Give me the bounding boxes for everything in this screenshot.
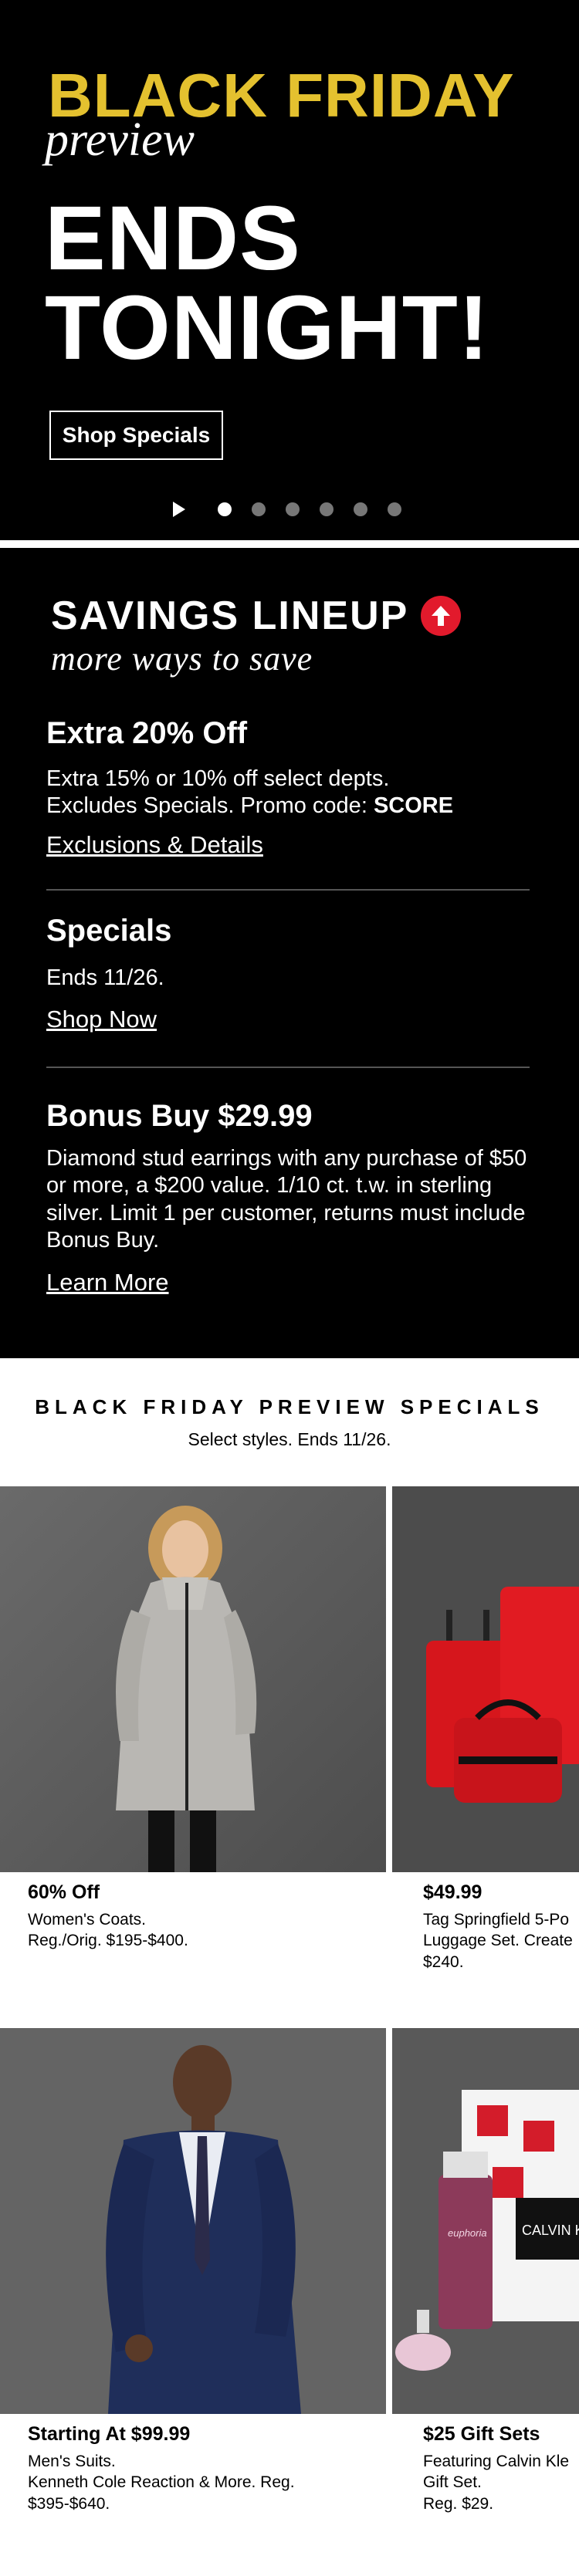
product-desc-line2: Luggage Set. Create	[423, 1932, 573, 1950]
savings-title: SAVINGS LINEUP	[51, 593, 462, 638]
savings-subtitle: more ways to save	[51, 640, 313, 678]
carousel-dot-5[interactable]	[354, 502, 367, 516]
product-desc-line3: $240.	[423, 1952, 464, 1971]
offer-text: Extra 15% or 10% off select depts.	[46, 766, 390, 791]
product-desc-line3: $395-$640.	[28, 2494, 110, 2513]
product-desc-line1: Tag Springfield 5-Po	[423, 1911, 570, 1929]
brand-label-text: CALVIN K	[522, 2223, 579, 2238]
divider	[46, 1067, 530, 1068]
offer-bonus-buy: Bonus Buy $29.99 Diamond stud earrings w…	[46, 1099, 540, 1296]
product-desc-line3: Reg. $29.	[423, 2494, 494, 2513]
carousel-dot-6[interactable]	[388, 502, 401, 516]
savings-lineup-section: SAVINGS LINEUP more ways to save Extra 2…	[0, 548, 579, 1358]
carousel-controls	[173, 500, 401, 519]
product-description: Men's Suits. Kenneth Cole Reaction & Mor…	[28, 2451, 367, 2514]
offer-promo-prefix: Excludes Specials. Promo code:	[46, 793, 374, 819]
product-desc-line1: Women's Coats.	[28, 1911, 147, 1929]
product-desc-line2: Gift Set.	[423, 2473, 482, 2492]
product-card-mens-suits[interactable]: Starting At $99.99 Men's Suits. Kenneth …	[0, 2028, 386, 2530]
product-desc-line2: Reg./Orig. $195-$400.	[28, 1932, 188, 1950]
product-description: Women's Coats. Reg./Orig. $195-$400.	[28, 1909, 367, 1952]
offer-specials: Specials Ends 11/26. Shop Now	[46, 914, 540, 1033]
specials-subtitle: Select styles. Ends 11/26.	[188, 1429, 391, 1449]
hero-subtitle: preview	[45, 113, 195, 166]
arrow-up-icon	[421, 596, 462, 636]
play-icon[interactable]	[173, 502, 185, 517]
carousel-dot-3[interactable]	[286, 502, 300, 516]
product-card-womens-coats[interactable]: 60% Off Women's Coats. Reg./Orig. $195-$…	[0, 1486, 386, 1988]
product-description: Tag Springfield 5-Po Luggage Set. Create…	[423, 1909, 579, 1973]
offer-text: Ends 11/26.	[46, 965, 164, 990]
offer-text: Diamond stud earrings with any purchase …	[46, 1146, 527, 1253]
offer-extra-off: Extra 20% Off Extra 15% or 10% off selec…	[46, 716, 540, 859]
promo-code: SCORE	[373, 793, 454, 819]
product-desc-line2: Kenneth Cole Reaction & More. Reg.	[28, 2473, 295, 2492]
offer-heading: Bonus Buy $29.99	[46, 1099, 313, 1133]
offer-heading: Specials	[46, 914, 172, 948]
exclusions-details-link[interactable]: Exclusions & Details	[46, 831, 263, 859]
hero-headline-line2: TONIGHT!	[45, 276, 490, 379]
product-image[interactable]	[0, 1486, 386, 1872]
hero-banner[interactable]: BLACK FRIDAY preview ENDS TONIGHT! Shop …	[0, 0, 579, 540]
product-image[interactable]	[0, 2028, 386, 2414]
offer-text-promo: Excludes Specials. Promo code: SCORE	[46, 793, 540, 820]
specials-title: BLACK FRIDAY PREVIEW SPECIALS	[35, 1395, 544, 1418]
product-desc-line1: Featuring Calvin Kle	[423, 2453, 570, 2470]
section-divider	[0, 540, 579, 548]
carousel-dot-1[interactable]	[218, 502, 232, 516]
offer-heading: Extra 20% Off	[46, 716, 248, 750]
product-price: Starting At $99.99	[28, 2423, 191, 2445]
shop-now-link[interactable]: Shop Now	[46, 1006, 157, 1033]
hero-headline: ENDS TONIGHT!	[45, 188, 490, 379]
savings-title-text: SAVINGS LINEUP	[51, 593, 409, 638]
hero-headline-line1: ENDS	[45, 188, 301, 289]
carousel-dot-4[interactable]	[320, 502, 334, 516]
product-price: $49.99	[423, 1881, 482, 1903]
product-desc-line1: Men's Suits.	[28, 2453, 116, 2470]
learn-more-link[interactable]: Learn More	[46, 1269, 169, 1296]
product-description: Featuring Calvin Kle Gift Set. Reg. $29.	[423, 2451, 579, 2514]
product-price: 60% Off	[28, 1881, 100, 1903]
product-price: $25 Gift Sets	[423, 2423, 540, 2445]
product-image[interactable]	[392, 1486, 579, 1872]
product-image[interactable]: euphoria CALVIN K	[392, 2028, 579, 2414]
product-card-gift-sets[interactable]: euphoria CALVIN K $25 Gift Sets Featurin…	[392, 2028, 579, 2530]
carousel-dot-2[interactable]	[252, 502, 266, 516]
shop-specials-button[interactable]: Shop Specials	[49, 411, 223, 460]
product-label-text: euphoria	[448, 2227, 487, 2239]
divider	[46, 889, 530, 891]
product-card-luggage[interactable]: $49.99 Tag Springfield 5-Po Luggage Set.…	[392, 1486, 579, 1988]
